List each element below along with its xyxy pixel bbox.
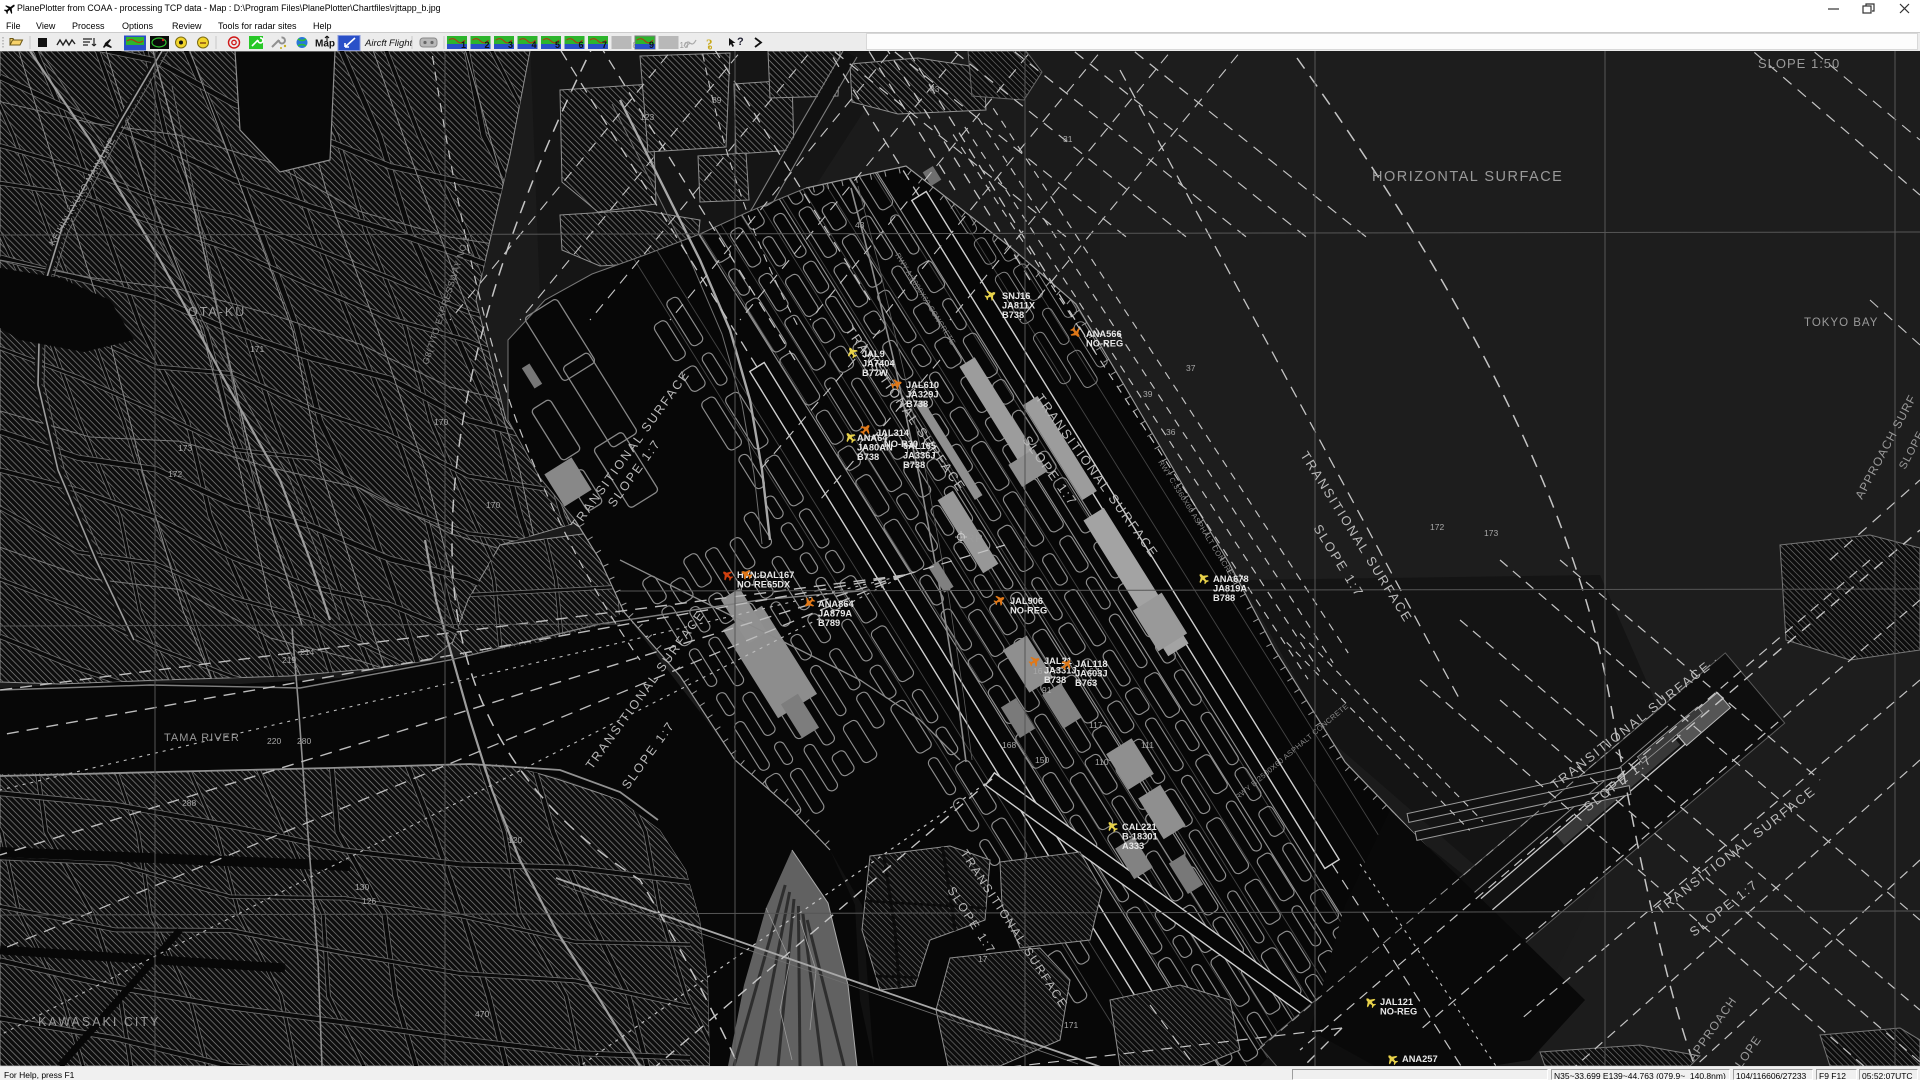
svg-text:280: 280 xyxy=(297,736,311,746)
svg-text:B788: B788 xyxy=(1213,593,1235,603)
svg-text:JA7404: JA7404 xyxy=(862,359,895,369)
svg-text:ANA678: ANA678 xyxy=(1213,574,1249,584)
svg-text:CAL221: CAL221 xyxy=(1122,822,1157,832)
svg-text:1: 1 xyxy=(461,40,466,50)
svg-text:Aircft: Aircft xyxy=(364,38,387,49)
svg-text:91: 91 xyxy=(1042,685,1052,695)
svg-text:SNJ16: SNJ16 xyxy=(1002,291,1030,301)
svg-text:111: 111 xyxy=(1141,740,1154,750)
svg-text:214: 214 xyxy=(300,647,314,657)
svg-text:NO-REG: NO-REG xyxy=(1086,339,1123,349)
svg-text:B738: B738 xyxy=(1002,310,1024,320)
svg-text:7: 7 xyxy=(602,40,607,50)
svg-text:6: 6 xyxy=(579,40,584,50)
svg-text:JAL118: JAL118 xyxy=(1075,659,1108,669)
svg-text:150: 150 xyxy=(1035,755,1049,765)
svg-text:JA811X: JA811X xyxy=(1002,301,1036,311)
svg-text:31: 31 xyxy=(1063,134,1073,144)
svg-text:172: 172 xyxy=(1430,522,1444,532)
svg-text:170: 170 xyxy=(434,417,448,427)
svg-text:ARP: ARP xyxy=(958,533,984,545)
svg-text:A333: A333 xyxy=(1122,841,1144,851)
svg-text:168: 168 xyxy=(1002,740,1016,750)
svg-text:43: 43 xyxy=(855,220,865,230)
svg-text:B-18301: B-18301 xyxy=(1122,832,1158,842)
svg-text:Map: Map xyxy=(315,39,335,50)
svg-text:JA603J: JA603J xyxy=(1075,669,1108,679)
svg-text:89: 89 xyxy=(712,95,722,105)
svg-text:36: 36 xyxy=(1166,427,1176,437)
svg-text:B789: B789 xyxy=(818,618,840,628)
svg-text:172: 172 xyxy=(168,469,182,479)
svg-text:171: 171 xyxy=(1064,1020,1078,1030)
svg-text:Flight: Flight xyxy=(389,38,413,49)
svg-text:2: 2 xyxy=(485,40,490,50)
svg-text:B763: B763 xyxy=(1075,678,1097,688)
svg-text:OTA-KU: OTA-KU xyxy=(188,305,246,319)
svg-text:5: 5 xyxy=(555,40,560,50)
svg-text:SLOPE 1:50: SLOPE 1:50 xyxy=(1758,56,1840,71)
svg-text:110: 110 xyxy=(1095,757,1109,767)
svg-text:37: 37 xyxy=(1186,363,1196,373)
svg-text:JA329J: JA329J xyxy=(906,390,939,400)
svg-text:NO-R30: NO-R30 xyxy=(884,439,918,449)
svg-text:JAL610: JAL610 xyxy=(906,380,939,390)
svg-text:KAWASAKI CITY: KAWASAKI CITY xyxy=(38,1015,160,1029)
svg-text:NO-REG: NO-REG xyxy=(1380,1007,1417,1017)
svg-text:JA331J: JA331J xyxy=(1044,666,1077,676)
svg-text:16: 16 xyxy=(1033,666,1043,676)
svg-text:173: 173 xyxy=(1484,528,1498,538)
svg-text:3: 3 xyxy=(508,40,513,50)
svg-text:JAL906: JAL906 xyxy=(1010,596,1043,606)
svg-text:123: 123 xyxy=(640,112,654,122)
svg-text:4: 4 xyxy=(532,40,537,50)
svg-text:ANA566: ANA566 xyxy=(1086,329,1122,339)
svg-text:ANA257: ANA257 xyxy=(1402,1054,1438,1064)
svg-text:JAL9: JAL9 xyxy=(862,349,885,359)
svg-text:B738: B738 xyxy=(903,460,925,470)
svg-text:126: 126 xyxy=(362,896,376,906)
svg-text:TOKYO BAY: TOKYO BAY xyxy=(1804,317,1878,329)
svg-text:171: 171 xyxy=(250,344,264,354)
svg-text:43: 43 xyxy=(930,84,940,94)
svg-text:288: 288 xyxy=(182,798,196,808)
svg-text:B77W: B77W xyxy=(862,368,888,378)
svg-text:B738: B738 xyxy=(1044,675,1066,685)
svg-text:JA879A: JA879A xyxy=(818,609,852,619)
svg-text:220: 220 xyxy=(267,736,281,746)
svg-text:JA819A: JA819A xyxy=(1213,584,1247,594)
svg-text:B738: B738 xyxy=(857,452,879,462)
svg-text:39: 39 xyxy=(1143,389,1153,399)
svg-text:NO-RE65DX: NO-RE65DX xyxy=(737,580,791,590)
svg-text:9: 9 xyxy=(649,40,654,50)
svg-text:120: 120 xyxy=(508,835,522,845)
svg-text:173: 173 xyxy=(178,443,192,453)
svg-text:117: 117 xyxy=(1089,720,1103,730)
svg-text:JAL121: JAL121 xyxy=(1380,997,1413,1007)
svg-text:?: ? xyxy=(737,36,744,48)
svg-text:TAMA RIVER: TAMA RIVER xyxy=(164,732,240,744)
svg-text:HORIZONTAL SURFACE: HORIZONTAL SURFACE xyxy=(1372,169,1563,185)
svg-text:17: 17 xyxy=(978,954,988,964)
svg-text:470: 470 xyxy=(475,1009,489,1019)
svg-text:170: 170 xyxy=(486,500,500,510)
svg-text:NO-REG: NO-REG xyxy=(1010,606,1047,616)
svg-text:JA336J: JA336J xyxy=(903,451,936,461)
svg-text:130: 130 xyxy=(355,882,369,892)
svg-text:B738: B738 xyxy=(906,399,928,409)
svg-text:219: 219 xyxy=(282,655,296,665)
svg-text:ANA864: ANA864 xyxy=(818,599,854,609)
